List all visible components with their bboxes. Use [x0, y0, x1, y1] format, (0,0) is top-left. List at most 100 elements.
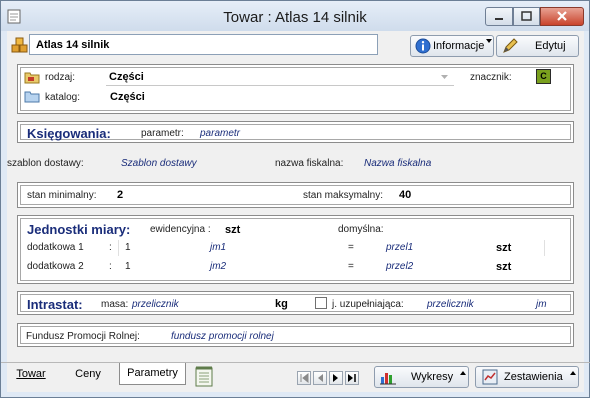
min-stock-value[interactable]: 2 — [117, 189, 123, 201]
close-icon — [557, 11, 567, 21]
bar-chart-icon — [380, 373, 396, 385]
maximize-button[interactable] — [513, 7, 540, 26]
edit-button-label: Edytuj — [535, 40, 566, 52]
default-unit-label: domyślna: — [338, 224, 384, 235]
menu-arrow-icon — [460, 371, 466, 375]
tab-towar-label: Towar — [16, 368, 46, 380]
fiscal-name-value[interactable]: Nazwa fiskalna — [364, 158, 431, 169]
unit-row-label: dodatkowa 2 — [27, 261, 84, 272]
accounting-title: Księgowania: — [27, 126, 111, 141]
report-icon — [482, 369, 498, 385]
charts-button-label: Wykresy — [411, 371, 454, 383]
type-label: rodzaj: — [45, 72, 76, 83]
supplementary-unit-value[interactable]: przelicznik — [427, 299, 474, 310]
delivery-template-label: szablon dostawy: — [7, 158, 84, 169]
tab-ceny-label: Ceny — [75, 368, 101, 380]
chevron-down-icon — [441, 75, 448, 79]
unit-row-eq: = — [348, 242, 354, 253]
info-icon — [415, 38, 431, 54]
close-button[interactable] — [540, 7, 584, 26]
first-record-icon — [300, 372, 309, 384]
unit-row-unit: jm2 — [210, 261, 227, 272]
first-record-button[interactable] — [297, 371, 311, 385]
fund-value[interactable]: fundusz promocji rolnej — [171, 331, 274, 342]
catalog-folder-icon — [24, 91, 40, 103]
unit-row[interactable]: dodatkowa 2 : 1 jm2 = przel2 szt — [18, 259, 571, 276]
unit-row-conv: przel2 — [386, 261, 414, 272]
supplementary-unit-checkbox[interactable] — [315, 297, 327, 309]
mass-unit: kg — [275, 298, 288, 310]
notepad-icon[interactable] — [194, 365, 214, 387]
unit-row-qty: 1 — [125, 242, 131, 253]
stock-panel: stan minimalny: 2 stan maksymalny: 40 — [17, 182, 574, 208]
product-boxes-icon — [11, 37, 28, 53]
unit-row-colon: : — [109, 261, 112, 272]
maximize-icon — [521, 11, 532, 21]
fund-panel: Fundusz Promocji Rolnej: fundusz promocj… — [17, 323, 574, 347]
mass-label: masa: — [101, 299, 129, 310]
marker-label: znacznik: — [470, 72, 512, 83]
catalog-label: katalog: — [45, 92, 81, 103]
min-stock-label: stan minimalny: — [27, 190, 97, 201]
unit-row-unit: jm1 — [210, 242, 227, 253]
next-record-icon — [333, 374, 338, 382]
product-name-field[interactable]: Atlas 14 silnik — [29, 34, 378, 55]
product-name-value: Atlas 14 silnik — [36, 39, 110, 51]
catalog-value[interactable]: Części — [110, 91, 145, 103]
param-value[interactable]: parametr — [200, 128, 240, 139]
last-record-icon — [348, 374, 356, 382]
unit-row-conv: przel1 — [386, 242, 414, 253]
category-folder-icon — [24, 72, 40, 84]
unit-row[interactable]: dodatkowa 1 : 1 jm1 = przel1 szt — [18, 240, 571, 257]
accounting-panel: Księgowania: parametr: parametr — [17, 121, 574, 143]
fiscal-name-label: nazwa fiskalna: — [275, 158, 344, 169]
tab-parametry-label: Parametry — [127, 367, 178, 379]
previous-record-button[interactable] — [313, 371, 327, 385]
type-select[interactable]: Części — [106, 70, 454, 86]
mass-value[interactable]: przelicznik — [132, 299, 179, 310]
menu-arrow-icon — [570, 371, 576, 375]
max-stock-label: stan maksymalny: — [303, 190, 384, 201]
info-button-label: Informacje — [433, 40, 485, 52]
supplementary-unit-label: j. uzupełniająca: — [332, 299, 404, 310]
marker-value: C — [540, 71, 547, 81]
intrastat-title: Intrastat: — [27, 297, 83, 312]
form-client-area: Atlas 14 silnik Informacje Edytuj rodzaj… — [1, 31, 590, 392]
unit-row-base: szt — [496, 242, 512, 254]
units-title: Jednostki miary: — [27, 222, 131, 237]
info-button[interactable]: Informacje — [410, 35, 494, 57]
app-window: Towar : Atlas 14 silnik Atlas 14 silnik … — [0, 0, 590, 398]
marker-badge[interactable]: C — [536, 69, 551, 84]
tab-towar[interactable]: Towar — [7, 364, 55, 386]
reports-button-label: Zestawienia — [504, 371, 563, 383]
charts-button[interactable]: Wykresy — [374, 366, 469, 388]
dropdown-arrow-icon — [486, 39, 492, 43]
last-record-button[interactable] — [345, 371, 359, 385]
edit-button[interactable]: Edytuj — [496, 35, 579, 57]
unit-row-colon: : — [109, 242, 112, 253]
unit-row-base: szt — [496, 261, 512, 273]
minimize-icon — [495, 18, 503, 20]
tab-parametry[interactable]: Parametry — [119, 363, 186, 385]
type-value: Części — [109, 71, 144, 83]
supplementary-unit-unit: jm — [536, 299, 547, 310]
pencil-icon — [503, 38, 518, 53]
delivery-template-value[interactable]: Szablon dostawy — [121, 158, 197, 169]
units-panel: Jednostki miary: ewidencyjna : szt domyś… — [17, 215, 574, 284]
unit-row-label: dodatkowa 1 — [27, 242, 84, 253]
max-stock-value[interactable]: 40 — [399, 189, 411, 201]
evid-unit-label: ewidencyjna : — [150, 224, 211, 235]
fund-label: Fundusz Promocji Rolnej: — [26, 331, 140, 342]
unit-row-qty: 1 — [125, 261, 131, 272]
unit-row-eq: = — [348, 261, 354, 272]
reports-button[interactable]: Zestawienia — [475, 366, 579, 388]
param-label: parametr: — [141, 128, 184, 139]
minimize-button[interactable] — [485, 7, 513, 26]
next-record-button[interactable] — [329, 371, 343, 385]
tab-ceny[interactable]: Ceny — [63, 364, 113, 386]
title-bar[interactable]: Towar : Atlas 14 silnik — [1, 1, 589, 31]
previous-record-icon — [318, 374, 323, 382]
intrastat-panel: Intrastat: masa: przelicznik kg j. uzupe… — [17, 291, 574, 315]
general-panel: rodzaj: Części katalog: Części znacznik:… — [17, 64, 574, 114]
evid-unit-value[interactable]: szt — [225, 224, 240, 236]
